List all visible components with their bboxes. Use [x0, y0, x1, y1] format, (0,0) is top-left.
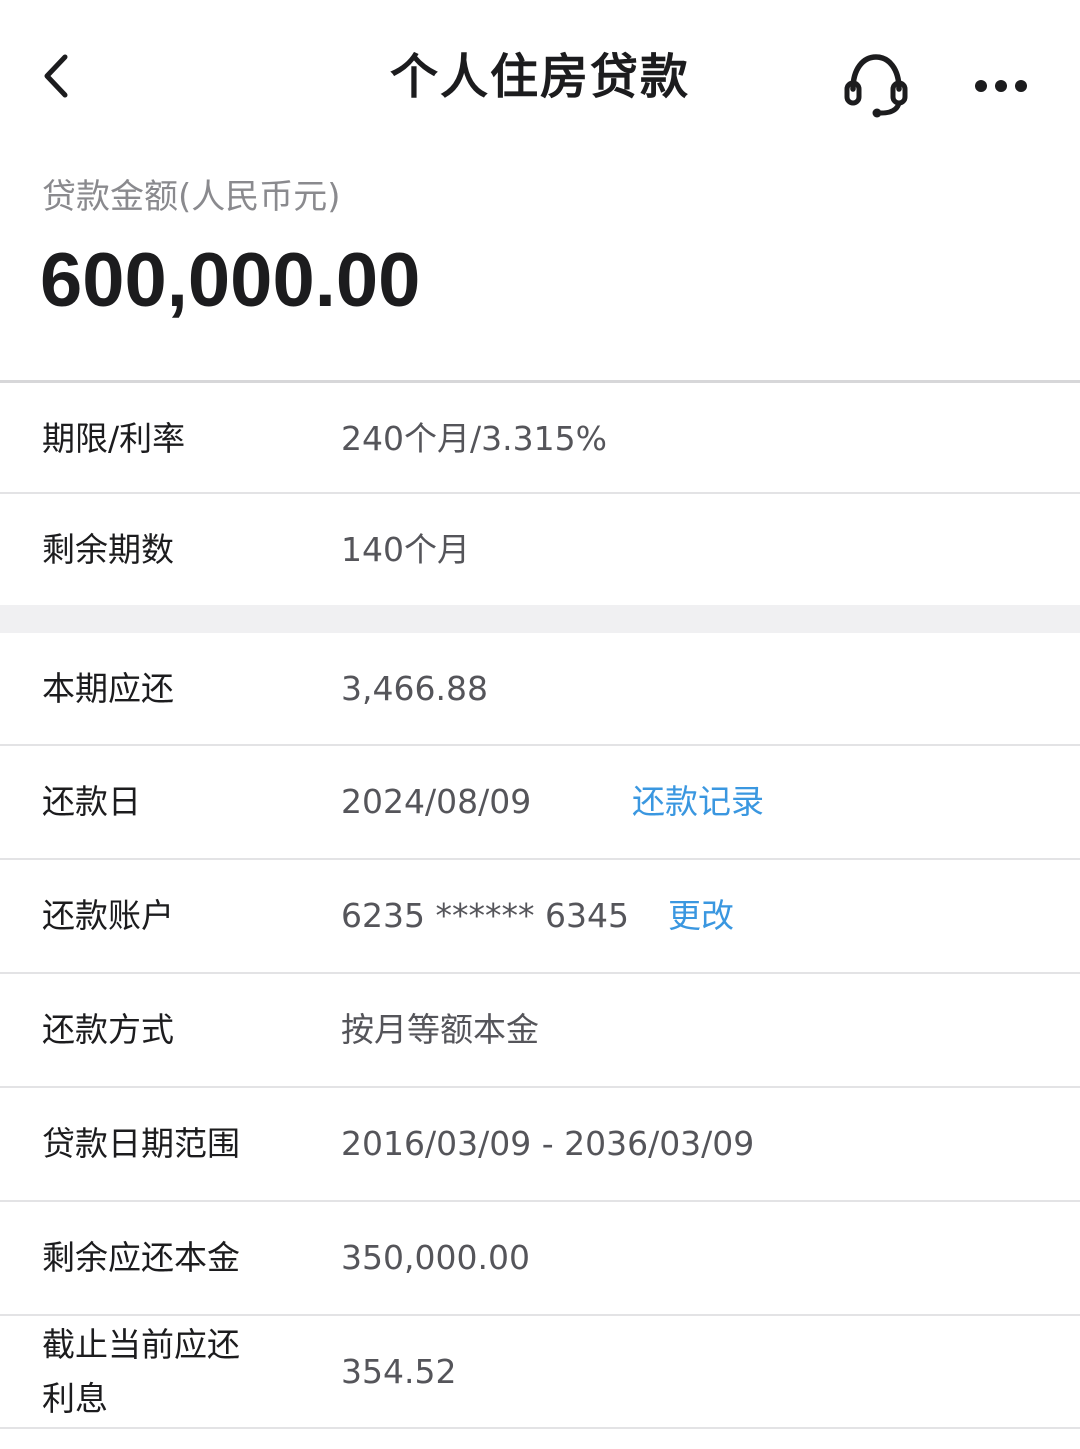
row-label: 贷款日期范围 [42, 1124, 240, 1163]
change-account-link[interactable]: 更改 [668, 893, 734, 939]
row-value: 2016/03/09 - 2036/03/09 [341, 1124, 755, 1163]
row-current-due: 本期应还 3,466.88 [0, 633, 1080, 746]
row-label: 还款账户 [42, 896, 174, 935]
row-repayment-method: 还款方式 按月等额本金 [0, 974, 1080, 1088]
row-term-rate: 期限/利率 240个月/3.315% [0, 383, 1080, 494]
loan-amount-label: 贷款金额(人民币元) [42, 177, 341, 217]
row-loan-date-range: 贷款日期范围 2016/03/09 - 2036/03/09 [0, 1088, 1080, 1202]
chevron-left-icon [44, 54, 68, 98]
row-interest-due: 截止当前应还 利息 354.52 [0, 1316, 1080, 1429]
row-label-line1: 截止当前应还 [42, 1325, 240, 1364]
row-remaining-terms: 剩余期数 140个月 [0, 494, 1080, 605]
row-value: 350,000.00 [341, 1238, 530, 1277]
more-button[interactable] [966, 58, 1036, 114]
row-value: 按月等额本金 [341, 1010, 539, 1049]
row-value: 6235 ****** 6345 [341, 896, 629, 935]
section-separator [0, 605, 1080, 633]
loan-detail-page: 个人住房贷款 贷款金额(人民币元) 600,000.00 期限/利率 240个月… [0, 0, 1080, 1449]
row-label: 还款日 [42, 782, 141, 821]
row-repayment-date: 还款日 2024/08/09 还款记录 [0, 746, 1080, 860]
row-value: 140个月 [341, 530, 470, 569]
row-label: 剩余应还本金 [42, 1238, 240, 1277]
repayment-history-link[interactable]: 还款记录 [632, 779, 764, 825]
headset-icon [844, 54, 908, 118]
row-value: 2024/08/09 [341, 782, 532, 821]
loan-amount-value: 600,000.00 [40, 238, 421, 323]
row-label: 还款方式 [42, 1010, 174, 1049]
back-button[interactable] [28, 44, 84, 108]
row-label: 本期应还 [42, 669, 174, 708]
row-repayment-account: 还款账户 6235 ****** 6345 更改 [0, 860, 1080, 974]
page-title: 个人住房贷款 [389, 49, 690, 105]
row-label-line2: 利息 [42, 1379, 108, 1418]
row-value: 3,466.88 [341, 669, 488, 708]
more-dots-icon [975, 80, 1027, 92]
row-remaining-principal: 剩余应还本金 350,000.00 [0, 1202, 1080, 1316]
row-value: 240个月/3.315% [341, 419, 607, 458]
row-label: 剩余期数 [42, 530, 174, 569]
customer-service-button[interactable] [836, 46, 916, 122]
nav-bar: 个人住房贷款 [0, 0, 1080, 155]
row-value: 354.52 [341, 1352, 457, 1391]
row-label: 期限/利率 [42, 419, 186, 458]
